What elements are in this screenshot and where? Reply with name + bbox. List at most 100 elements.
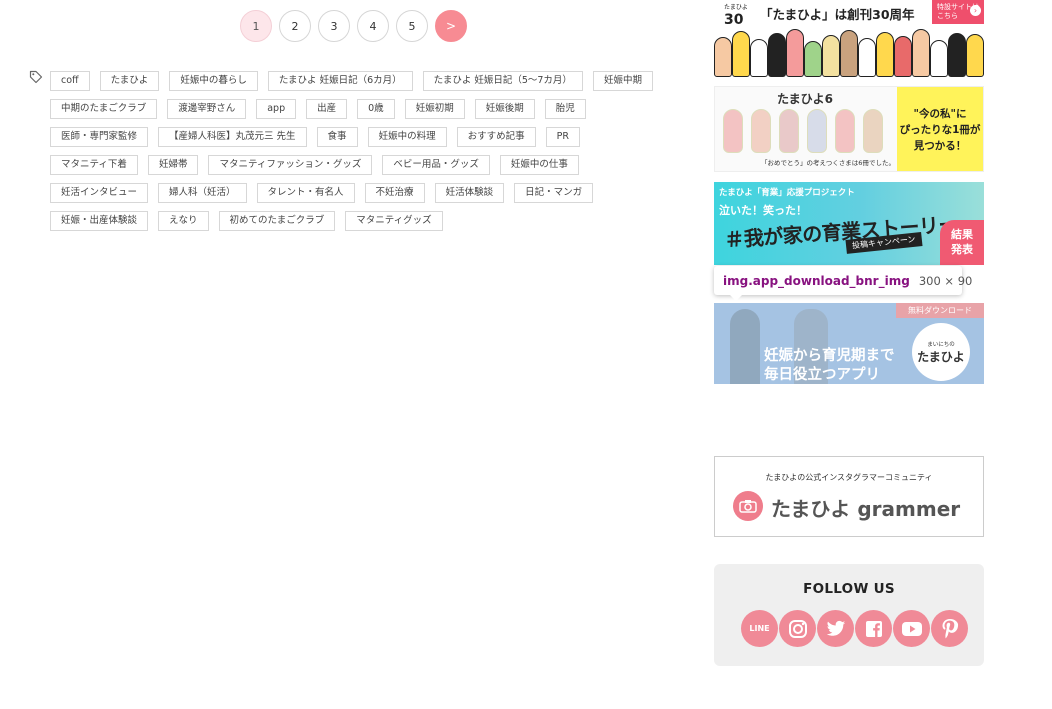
tag-link[interactable]: 妊娠初期 [404,99,465,119]
tag-link[interactable]: タレント・有名人 [256,183,355,203]
app-line-1: 妊娠から育児期まで [764,348,895,364]
special-site-link[interactable]: 特設サイトはこちら › [932,0,984,24]
app-download-banner[interactable]: 無料ダウンロード 妊娠から育児期まで 毎日役立つアプリ まいにちの たまひよ [714,303,984,384]
character [732,31,750,77]
social-icons: LINE [741,610,968,647]
book-highlight: "今の私"に ぴったりな1冊が 見つかる！ [897,87,983,171]
tag-link[interactable]: たまひよ 妊娠日記（5～7カ月） [422,71,583,91]
tag-link[interactable]: 妊娠後期 [474,99,535,119]
tag-link[interactable]: 妊娠中の暮らし [169,71,258,91]
baby-illustration [779,109,799,153]
instagram-icon[interactable] [779,610,816,647]
tag-link[interactable]: app [256,99,297,119]
tag-link[interactable]: ベビー用品・グッズ [382,155,490,175]
character [912,29,930,77]
grammer-banner[interactable]: たまひよの公式インスタグラマーコミュニティ たまひよ grammer [714,456,984,537]
character [876,32,894,77]
grammer-subtitle: たまひよの公式インスタグラマーコミュニティ [765,473,933,482]
twitter-icon[interactable] [817,610,854,647]
tag-link[interactable]: マタニティ下着 [50,155,138,175]
tag-link[interactable]: 渡邊宰野さん [167,99,247,119]
story-campaign-banner[interactable]: たまひよ「育業」応援プロジェクト 泣いた！笑った！ ＃我が家の育業ストーリー 投… [714,182,984,265]
line-icon[interactable]: LINE [741,610,778,647]
character [768,33,786,77]
story-subhead: 泣いた！笑った！ [719,204,807,217]
anniversary-logo: たまひよ 30 [724,4,748,28]
tag-link[interactable]: たまひよ [99,71,160,91]
anniversary-banner[interactable]: たまひよ 30 「たまひよ」は創刊30周年 特設サイトはこちら › [714,0,984,77]
tag-link[interactable]: 妊婦帯 [147,155,199,175]
tag-link[interactable]: 妊娠中期 [592,71,653,91]
tag-link[interactable]: PR [545,127,580,147]
tag-link[interactable]: 妊活体験談 [434,183,505,203]
element-inspector-tooltip: img.app_download_bnr_img 300 × 90 [714,266,972,301]
chevron-right-icon: › [970,5,981,16]
baby-illustration [863,109,883,153]
tooltip-selector: img.app_download_bnr_img [723,273,910,288]
character [966,34,984,77]
book-title: たまひよ6 [777,92,833,106]
character [894,36,912,77]
follow-us-box: FOLLOW US LINE [714,564,984,666]
pinterest-icon[interactable] [931,610,968,647]
tag-link[interactable]: マタニティグッズ [345,211,443,231]
page-3-button[interactable]: 3 [318,10,350,42]
pagination: 1 2 3 4 5 > [240,10,467,42]
baby-illustration [835,109,855,153]
result-badge: 結果 発表 [940,220,984,265]
tag-link[interactable]: 【産婦人科医】丸茂元三 先生 [158,127,307,147]
character [714,37,732,77]
grammer-brand: たまひよ grammer [771,497,961,521]
app-line-2: 毎日役立つアプリ [764,367,880,383]
character [840,30,858,77]
tag-link[interactable]: 中期のたまごクラブ [50,99,158,119]
tag-link[interactable]: 妊娠中の仕事 [499,155,579,175]
camera-icon [733,491,763,521]
page-5-button[interactable]: 5 [396,10,428,42]
character [750,39,768,77]
baby-illustration [807,109,827,153]
app-logo: まいにちの たまひよ [912,323,970,381]
facebook-icon[interactable] [855,610,892,647]
tag-link[interactable]: 初めてのたまごクラブ [218,211,336,231]
baby-illustration [751,109,771,153]
tag-link[interactable]: 食事 [316,127,358,147]
tag-link[interactable]: 日記・マンガ [514,183,594,203]
character-illustration [714,25,984,77]
tag-icon [29,70,43,84]
story-pretitle: たまひよ「育業」応援プロジェクト [719,188,855,198]
tag-link[interactable]: 胎児 [544,99,586,119]
character [822,35,840,77]
tag-link[interactable]: えなり [158,211,209,231]
next-page-button[interactable]: > [435,10,467,42]
tag-link[interactable]: coff [50,71,90,91]
tag-list: coff たまひよ 妊娠中の暮らし たまひよ 妊娠日記（6カ月） たまひよ 妊娠日記（5… [50,71,660,231]
tag-link[interactable]: 0歳 [357,99,395,119]
book-banner[interactable]: たまひよ6 「おめでとう」の考えつくさまは6冊でした。 "今の私"に ぴったりな… [714,86,984,172]
tag-link[interactable]: 妊活インタビュー [50,183,149,203]
tag-link[interactable]: 婦人科（妊活） [158,183,247,203]
tooltip-dimensions: 300 × 90 [918,273,973,288]
tag-link[interactable]: 妊娠・出産体験談 [50,211,149,231]
anniversary-headline: 「たまひよ」は創刊30周年 [760,7,915,22]
tag-link[interactable]: 妊娠中の料理 [367,127,447,147]
baby-illustration [723,109,743,153]
page-2-button[interactable]: 2 [279,10,311,42]
follow-us-title: FOLLOW US [803,581,895,597]
tag-link[interactable]: 不妊治療 [364,183,425,203]
book-caption: 「おめでとう」の考えつくさまは6冊でした。 [761,159,895,167]
page-4-button[interactable]: 4 [357,10,389,42]
tag-link[interactable]: マタニティファッション・グッズ [208,155,373,175]
character [930,40,948,77]
character [804,41,822,77]
tag-link[interactable]: 出産 [306,99,348,119]
tag-link[interactable]: 医師・専門家監修 [50,127,149,147]
tag-link[interactable]: たまひよ 妊娠日記（6カ月） [267,71,413,91]
character [786,29,804,77]
tag-link[interactable]: おすすめ記事 [456,127,536,147]
page-1-button[interactable]: 1 [240,10,272,42]
youtube-icon[interactable] [893,610,930,647]
character [858,38,876,77]
character [948,33,966,77]
free-download-ribbon: 無料ダウンロード [896,303,984,318]
